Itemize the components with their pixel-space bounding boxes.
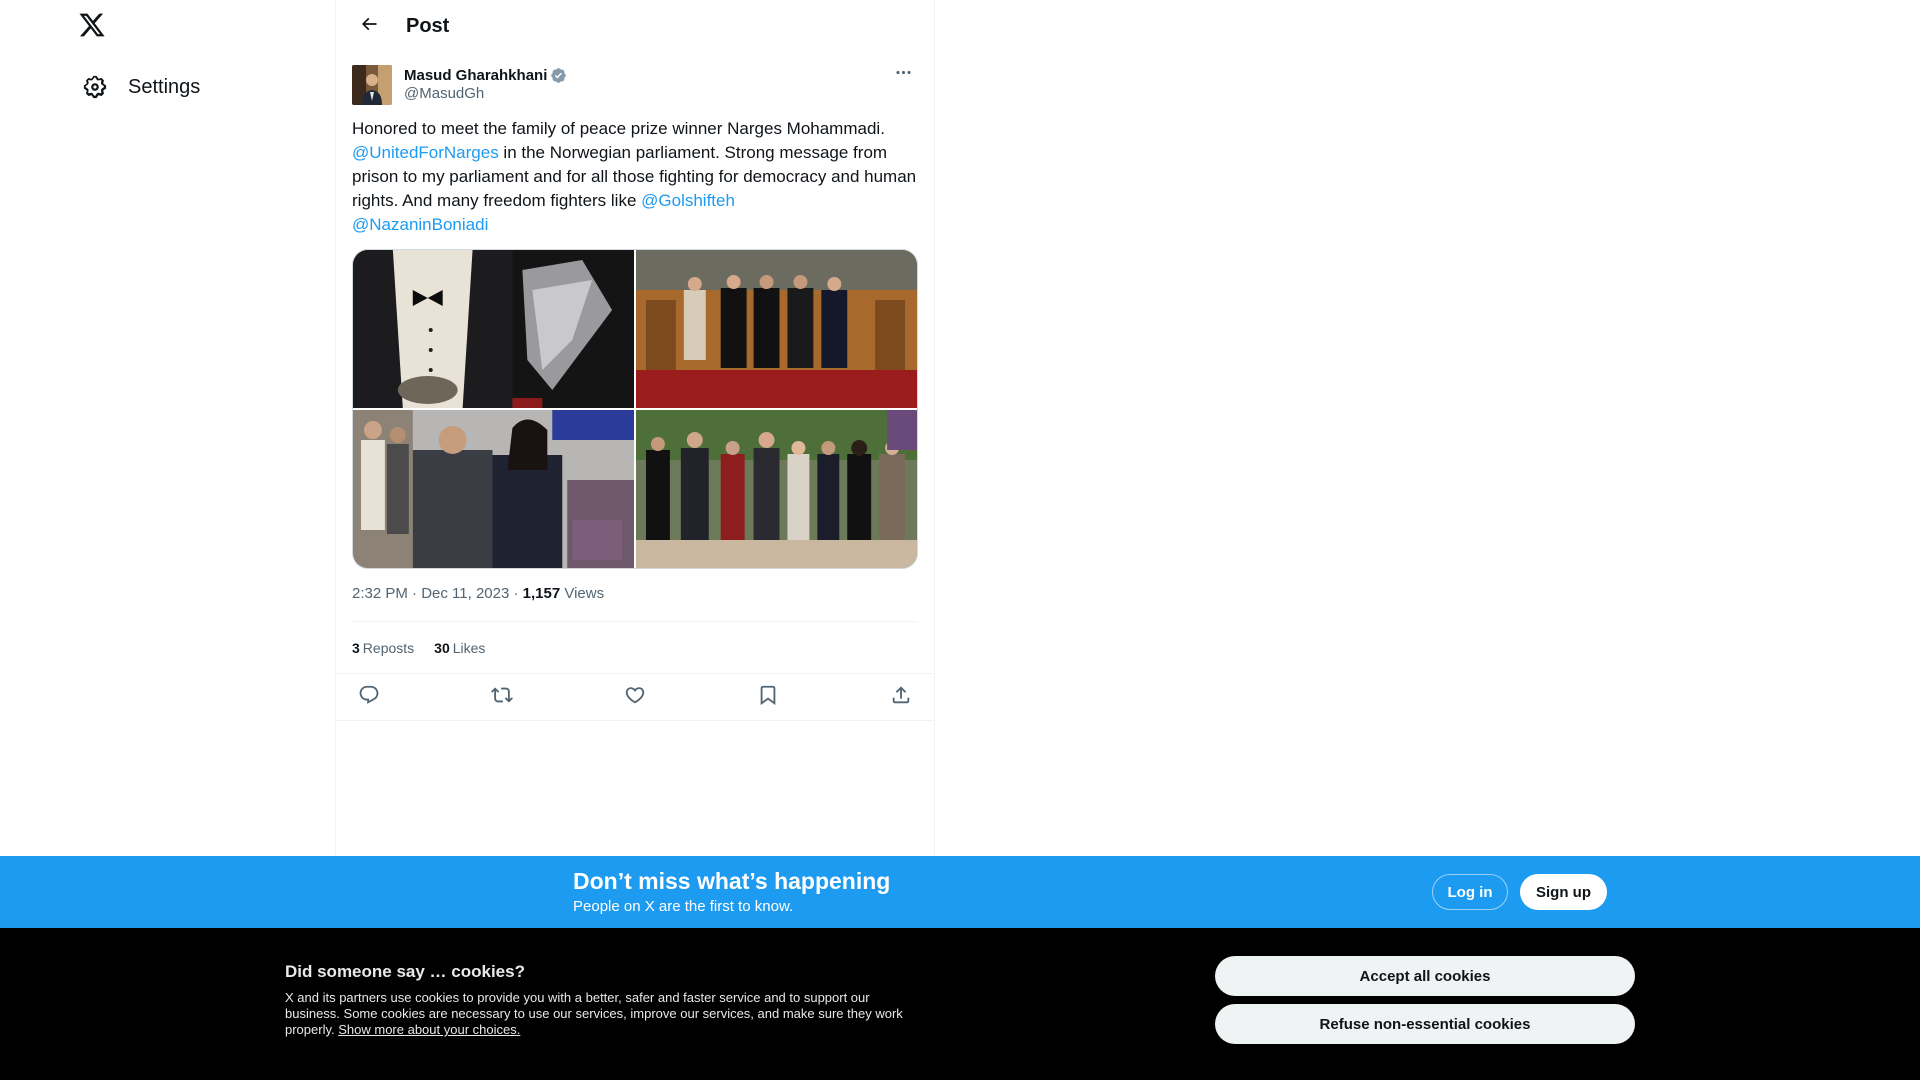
mention-link[interactable]: @NazaninBoniadi xyxy=(352,215,488,234)
post-meta: 2:32 PM · Dec 11, 2023 · 1,157 Views xyxy=(352,585,918,605)
post-actions xyxy=(336,673,934,721)
post-photo[interactable] xyxy=(636,250,917,408)
author-name[interactable]: Masud Gharahkhani xyxy=(404,67,547,84)
author-name-row: Masud Gharahkhani xyxy=(404,67,567,84)
post-photo[interactable] xyxy=(353,250,634,408)
views-count: 1,157 xyxy=(522,585,561,602)
repost-button[interactable] xyxy=(485,680,519,714)
cookie-choices-link[interactable]: Show more about your choices. xyxy=(338,1022,520,1037)
nav-settings-link[interactable]: Settings xyxy=(70,63,212,111)
page-title: Post xyxy=(406,15,450,37)
post-text-part: Honored to meet the family of peace priz… xyxy=(352,119,885,138)
cookie-title: Did someone say … cookies? xyxy=(285,962,525,981)
gear-icon xyxy=(82,74,108,100)
verified-badge-icon xyxy=(550,67,567,84)
mention-link[interactable]: @UnitedForNarges xyxy=(352,143,499,162)
ellipsis-icon xyxy=(894,63,913,87)
back-button[interactable] xyxy=(352,10,386,44)
banner-headline: Don’t miss what’s happening xyxy=(573,868,891,894)
post-text: Honored to meet the family of peace priz… xyxy=(352,117,918,237)
x-logo-icon[interactable] xyxy=(78,11,110,43)
post-stats: 3 Reposts 30 Likes xyxy=(352,621,918,673)
author-names: Masud Gharahkhani @MasudGh xyxy=(404,65,567,102)
post-media-grid xyxy=(352,249,918,569)
post-photo[interactable] xyxy=(636,410,917,568)
reply-icon xyxy=(358,684,380,711)
post: Masud Gharahkhani @MasudGh Honored to me… xyxy=(336,53,934,721)
author-handle[interactable]: @MasudGh xyxy=(404,85,567,102)
accept-cookies-button[interactable]: Accept all cookies xyxy=(1215,956,1635,996)
more-options-button[interactable] xyxy=(888,65,918,85)
reposts-count: 3 xyxy=(352,639,360,656)
likes-label: Likes xyxy=(452,639,486,656)
arrow-left-icon xyxy=(359,14,379,39)
heart-icon xyxy=(624,684,646,711)
post-author: Masud Gharahkhani @MasudGh xyxy=(352,65,918,113)
signup-button[interactable]: Sign up xyxy=(1520,874,1607,910)
mention-link[interactable]: @Golshifteh xyxy=(641,191,735,210)
reposts-stat[interactable]: 3 Reposts xyxy=(352,640,414,656)
bookmark-button[interactable] xyxy=(751,680,785,714)
post-timestamp[interactable]: 2:32 PM · Dec 11, 2023 · xyxy=(352,585,523,602)
bookmark-icon xyxy=(757,684,779,711)
views-label: Views xyxy=(560,585,605,602)
nav-settings-label: Settings xyxy=(128,75,201,98)
like-button[interactable] xyxy=(618,680,652,714)
likes-count: 30 xyxy=(434,639,450,656)
share-icon xyxy=(890,684,912,711)
cookie-body: X and its partners use cookies to provid… xyxy=(285,990,915,1038)
banner-subtext: People on X are the first to know. xyxy=(573,898,794,915)
reply-button[interactable] xyxy=(352,680,386,714)
repost-icon xyxy=(491,684,513,711)
likes-stat[interactable]: 30 Likes xyxy=(434,640,485,656)
post-photo[interactable] xyxy=(353,410,634,568)
post-detail-column: Post Masud Gharahkhani @MasudGh Honored … xyxy=(335,0,935,856)
avatar[interactable] xyxy=(352,65,392,105)
cookie-consent-bar: Did someone say … cookies? X and its par… xyxy=(0,928,1920,1080)
login-button[interactable]: Log in xyxy=(1432,874,1508,910)
share-button[interactable] xyxy=(884,680,918,714)
refuse-cookies-button[interactable]: Refuse non-essential cookies xyxy=(1215,1004,1635,1044)
signup-banner: Don’t miss what’s happening People on X … xyxy=(0,856,1920,928)
post-header: Post xyxy=(336,0,934,53)
reposts-label: Reposts xyxy=(362,639,415,656)
